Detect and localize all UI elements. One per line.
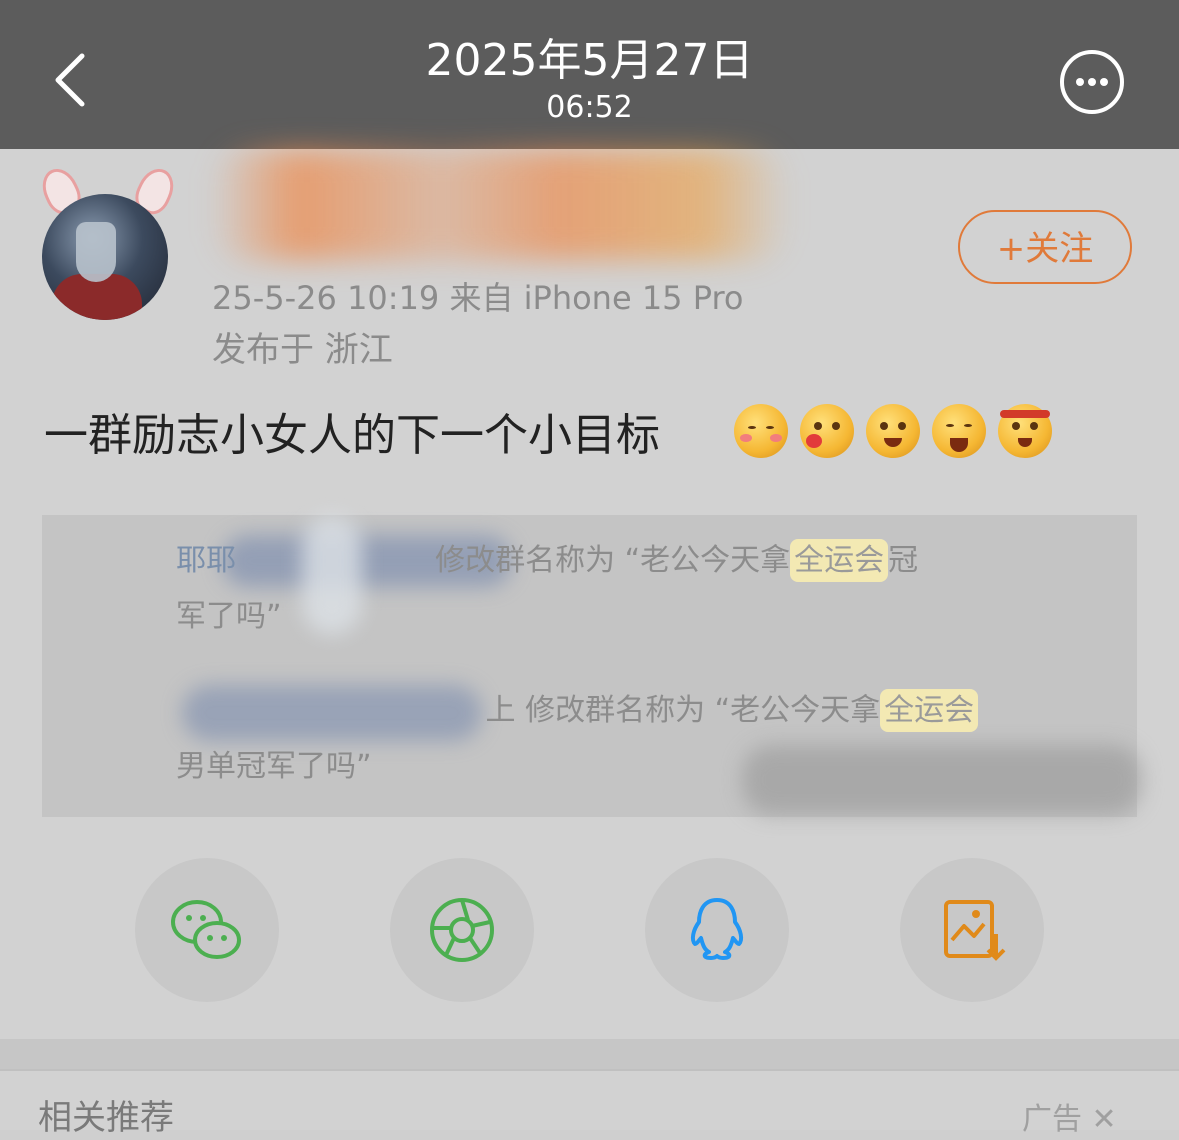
highlight-term: 全运会 [880, 689, 979, 732]
love-emoji-icon [800, 404, 854, 458]
header-time: 06:52 [546, 90, 633, 125]
chat-line-3: 上 修改群名称为 “老公今天拿 全运会 [176, 683, 979, 739]
moments-icon [430, 898, 494, 962]
more-options-icon[interactable] [1058, 48, 1126, 116]
chat-line-1: 耶耶 修改群名称为 “老公今天拿 全运会冠 [176, 533, 918, 589]
save-image-icon [944, 900, 1006, 961]
post-location: 发布于 浙江 [212, 330, 393, 370]
shy-emoji-icon [734, 404, 788, 458]
username-redacted[interactable] [210, 150, 790, 260]
top-bar: 2025年5月27日 06:52 [0, 0, 1179, 149]
wechat-icon [171, 900, 241, 959]
share-moments-button[interactable] [390, 858, 534, 1002]
happy-emoji-icon [866, 404, 920, 458]
cheer-emoji-icon [932, 404, 986, 458]
avatar[interactable] [30, 162, 181, 328]
post-text: 一群励志小女人的下一个小目标 [44, 410, 660, 461]
ad-close-button[interactable]: 广告 ✕ [1022, 1100, 1117, 1140]
share-wechat-button[interactable] [135, 858, 279, 1002]
share-qq-button[interactable] [645, 858, 789, 1002]
highlight-term: 全运会 [790, 539, 889, 582]
recommend-section [0, 1069, 1179, 1130]
save-image-button[interactable] [900, 858, 1044, 1002]
recommend-title: 相关推荐 [38, 1098, 174, 1138]
chat-line-2: 军了吗” [176, 599, 282, 634]
chat-screenshot-image: 耶耶 修改群名称为 “老公今天拿 全运会冠 军了吗” 上 修改群名称为 “老公今天… [42, 515, 1142, 817]
chat-line-4: 男单冠军了吗” [176, 749, 372, 784]
qq-icon [690, 898, 744, 960]
avatar-image [42, 194, 168, 320]
follow-button[interactable]: +关注 [958, 210, 1132, 284]
fighting-emoji-icon [998, 404, 1052, 458]
post-meta: 25-5-26 10:19 来自 iPhone 15 Pro [212, 279, 744, 317]
header-date: 2025年5月27日 [425, 35, 754, 86]
section-divider [0, 1039, 1179, 1069]
